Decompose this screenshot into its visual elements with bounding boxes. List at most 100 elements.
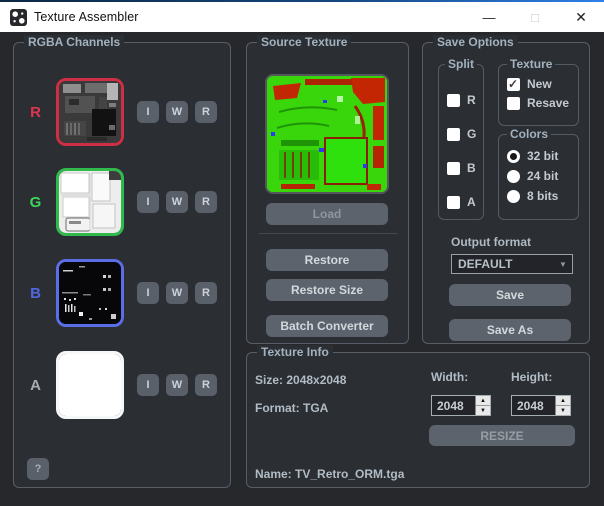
- split-checkbox-r[interactable]: R: [447, 93, 476, 107]
- titlebar[interactable]: Texture Assembler — □ ✕: [0, 0, 604, 32]
- rgba-channels-panel: RGBA Channels R I W: [13, 42, 231, 488]
- load-button[interactable]: Load: [266, 203, 388, 225]
- channel-row-a: A I W R: [14, 351, 230, 419]
- radio-32bit[interactable]: 32 bit: [507, 149, 558, 163]
- split-checkbox-b[interactable]: B: [447, 161, 476, 175]
- save-options-title: Save Options: [433, 35, 518, 49]
- save-options-panel: Save Options Split R G B A: [422, 42, 590, 344]
- channel-g-label: G: [27, 194, 44, 211]
- channel-g-r-button[interactable]: R: [195, 191, 217, 213]
- channel-g-actions: I W R: [137, 191, 217, 213]
- channel-b-label: B: [27, 285, 44, 302]
- colors-group-title: Colors: [507, 127, 551, 141]
- texture-checkbox-resave[interactable]: Resave: [507, 96, 569, 110]
- chevron-down-icon: ▼: [554, 260, 572, 269]
- source-texture-preview[interactable]: [265, 74, 389, 194]
- window-controls: — □ ✕: [466, 2, 604, 32]
- channel-b-i-button[interactable]: I: [137, 282, 159, 304]
- radio-24bit-label: 24 bit: [527, 169, 558, 183]
- spinner-up-icon[interactable]: ▲: [556, 396, 570, 406]
- save-button[interactable]: Save: [449, 284, 571, 306]
- height-input[interactable]: [512, 396, 555, 415]
- channel-b-w-button[interactable]: W: [166, 282, 188, 304]
- restore-size-button[interactable]: Restore Size: [266, 279, 388, 301]
- split-a-label: A: [467, 195, 476, 209]
- width-spinner: ▲ ▼: [475, 396, 490, 415]
- resize-button[interactable]: RESIZE: [429, 425, 575, 446]
- radio-24bit[interactable]: 24 bit: [507, 169, 558, 183]
- texture-group-title: Texture: [507, 57, 555, 71]
- split-group: Split R G B A: [438, 64, 484, 220]
- minimize-button[interactable]: —: [466, 2, 512, 32]
- texture-size-text: Size: 2048x2048: [255, 373, 346, 387]
- radio-icon: [507, 170, 520, 183]
- channel-r-w-button[interactable]: W: [166, 101, 188, 123]
- texture-info-title: Texture Info: [257, 345, 333, 359]
- save-as-button[interactable]: Save As: [449, 319, 571, 341]
- checkbox-icon: [507, 78, 520, 91]
- titlebar-accent-line: [0, 0, 604, 2]
- output-format-select[interactable]: DEFAULT ▼: [451, 254, 573, 274]
- channel-b-thumbnail[interactable]: [56, 259, 124, 327]
- batch-converter-button[interactable]: Batch Converter: [266, 315, 388, 337]
- rgba-channels-title: RGBA Channels: [24, 35, 124, 49]
- channel-r-label: R: [27, 104, 44, 121]
- output-format-label: Output format: [451, 235, 531, 249]
- channel-a-label: A: [27, 377, 44, 394]
- split-checkbox-g[interactable]: G: [447, 127, 476, 141]
- channel-r-r-button[interactable]: R: [195, 101, 217, 123]
- width-stepper: ▲ ▼: [431, 395, 491, 416]
- channel-g-w-button[interactable]: W: [166, 191, 188, 213]
- channel-b-r-button[interactable]: R: [195, 282, 217, 304]
- texture-checkbox-new[interactable]: New: [507, 77, 569, 91]
- height-stepper: ▲ ▼: [511, 395, 571, 416]
- channel-row-b: B I W R: [14, 259, 230, 327]
- source-texture-panel: Source Texture: [246, 42, 409, 344]
- texture-info-panel: Texture Info Size: 2048x2048 Format: TGA…: [246, 352, 590, 488]
- colors-group: Colors 32 bit 24 bit 8 bits: [498, 134, 579, 220]
- source-texture-title: Source Texture: [257, 35, 351, 49]
- channel-r-i-button[interactable]: I: [137, 101, 159, 123]
- spinner-up-icon[interactable]: ▲: [476, 396, 490, 406]
- width-label: Width:: [431, 370, 468, 384]
- channel-a-w-button[interactable]: W: [166, 374, 188, 396]
- split-group-title: Split: [445, 57, 477, 71]
- spinner-down-icon[interactable]: ▼: [556, 406, 570, 415]
- split-r-label: R: [467, 93, 476, 107]
- channel-b-actions: I W R: [137, 282, 217, 304]
- source-separator: [259, 233, 398, 234]
- texture-name-text: Name: TV_Retro_ORM.tga: [255, 467, 404, 481]
- texture-resave-label: Resave: [527, 96, 569, 110]
- split-g-label: G: [467, 127, 476, 141]
- radio-icon: [507, 190, 520, 203]
- checkbox-icon: [447, 128, 460, 141]
- window-title: Texture Assembler: [34, 10, 139, 24]
- app-icon: [10, 9, 27, 26]
- spinner-down-icon[interactable]: ▼: [476, 406, 490, 415]
- restore-button[interactable]: Restore: [266, 249, 388, 271]
- radio-8bits-label: 8 bits: [527, 189, 558, 203]
- height-label: Height:: [511, 370, 552, 384]
- channel-g-thumbnail[interactable]: [56, 168, 124, 236]
- channel-row-g: G I W R: [14, 168, 230, 236]
- checkbox-icon: [507, 97, 520, 110]
- texture-options: New Resave: [507, 77, 569, 110]
- channel-g-i-button[interactable]: I: [137, 191, 159, 213]
- channel-r-actions: I W R: [137, 101, 217, 123]
- texture-format-text: Format: TGA: [255, 401, 328, 415]
- radio-8bits[interactable]: 8 bits: [507, 189, 558, 203]
- split-checkbox-a[interactable]: A: [447, 195, 476, 209]
- radio-32bit-label: 32 bit: [527, 149, 558, 163]
- colors-options: 32 bit 24 bit 8 bits: [507, 149, 558, 203]
- texture-new-label: New: [527, 77, 552, 91]
- channel-r-thumbnail[interactable]: [56, 78, 124, 146]
- help-button[interactable]: ?: [27, 458, 49, 480]
- width-input[interactable]: [432, 396, 475, 415]
- checkbox-icon: [447, 196, 460, 209]
- texture-group: Texture New Resave: [498, 64, 579, 126]
- maximize-button[interactable]: □: [512, 2, 558, 32]
- channel-a-i-button[interactable]: I: [137, 374, 159, 396]
- channel-a-thumbnail[interactable]: [56, 351, 124, 419]
- close-button[interactable]: ✕: [558, 2, 604, 32]
- channel-a-r-button[interactable]: R: [195, 374, 217, 396]
